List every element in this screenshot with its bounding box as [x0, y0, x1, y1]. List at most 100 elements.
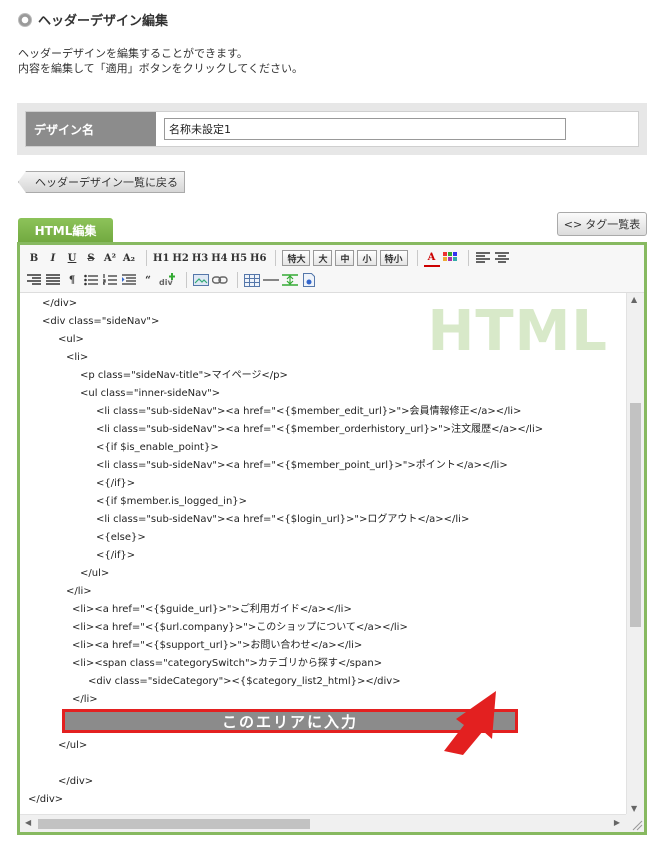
resize-grip-icon[interactable] [626, 814, 644, 832]
page-heading: ヘッダーデザイン編集 [18, 10, 168, 29]
bullet-list-icon[interactable] [83, 271, 99, 289]
horizontal-scrollbar[interactable]: ◀ ▶ [20, 814, 626, 832]
radio-icon [18, 12, 32, 27]
tag-list-label: タグ一覧表 [585, 218, 641, 231]
tag-list-button[interactable]: <> タグ一覧表 [557, 212, 647, 236]
code-line: <{if $member.is_logged_in}> [96, 496, 248, 507]
justify-icon[interactable] [45, 271, 61, 289]
h2-button[interactable]: H2 [172, 249, 188, 267]
toolbar-separator [275, 250, 277, 266]
code-line: </div> [58, 776, 94, 787]
editor-toolbar: B I U S A² A₂ H1 H2 H3 H4 H5 H6 特大 大 中 小… [20, 245, 644, 293]
file-icon[interactable] [301, 271, 317, 289]
code-line: <{/if}> [96, 550, 136, 561]
code-textarea[interactable]: HTML </div> <div class="sideNav"> <ul> <li>… [20, 293, 626, 813]
code-line: <li class="sub-sideNav"><a href="<{$logi… [96, 514, 470, 525]
align-left-icon[interactable] [475, 249, 491, 267]
back-to-list-button[interactable]: ヘッダーデザイン一覧に戻る [18, 171, 185, 193]
scroll-right-icon[interactable]: ▶ [614, 818, 620, 827]
code-line: </div> [28, 794, 64, 805]
size-xs-button[interactable]: 特小 [379, 250, 408, 266]
tab-html-edit[interactable]: HTML編集 [18, 218, 113, 243]
toolbar-separator [467, 250, 469, 266]
code-line: <div class="sideNav"> [42, 316, 160, 327]
table-icon[interactable] [244, 271, 260, 289]
horizontal-scroll-thumb[interactable] [38, 819, 310, 829]
vertical-scroll-thumb[interactable] [630, 403, 641, 627]
toolbar-separator [416, 250, 418, 266]
description-line-2: 内容を編集して「適用」ボタンをクリックしてください。 [18, 62, 304, 75]
code-line: </ul> [58, 740, 88, 751]
design-name-input[interactable] [164, 118, 566, 140]
code-line: <ul class="inner-sideNav"> [80, 388, 221, 399]
italic-button[interactable]: I [45, 249, 61, 267]
numbered-list-icon[interactable] [102, 271, 118, 289]
quote-icon[interactable]: “ [140, 271, 156, 289]
code-line: <{if $is_enable_point}> [96, 442, 219, 453]
indent-icon[interactable] [121, 271, 137, 289]
strike-button[interactable]: S [83, 249, 99, 267]
code-line: <li><a href="<{$guide_url}>">ご利用ガイド</a><… [72, 604, 352, 615]
code-line: <li><a href="<{$support_url}>">お問い合わせ</a… [72, 640, 363, 651]
code-line: <ul> [58, 334, 84, 345]
scroll-up-icon[interactable]: ▲ [631, 295, 637, 304]
size-xl-button[interactable]: 特大 [282, 250, 311, 266]
code-line: <{else}> [96, 532, 146, 543]
code-icon: <> [563, 217, 583, 231]
paragraph-icon[interactable]: ¶ [64, 271, 80, 289]
code-line: </li> [66, 586, 92, 597]
subscript-button[interactable]: A₂ [121, 249, 137, 267]
code-line: <{/if}> [96, 478, 136, 489]
h5-button[interactable]: H5 [231, 249, 247, 267]
h1-button[interactable]: H1 [153, 249, 169, 267]
scroll-down-icon[interactable]: ▼ [631, 804, 637, 813]
h6-button[interactable]: H6 [250, 249, 266, 267]
input-area-label: このエリアに入力 [221, 712, 358, 731]
input-wrap [156, 112, 638, 146]
h4-button[interactable]: H4 [211, 249, 227, 267]
code-line: <li class="sub-sideNav"><a href="<{$memb… [96, 406, 522, 417]
div-insert-icon[interactable]: div [159, 271, 177, 289]
toolbar-row-2: ¶ “ div [26, 269, 320, 291]
bg-color-icon[interactable] [442, 249, 459, 267]
html-watermark: HTML [427, 299, 608, 364]
size-l-button[interactable]: 大 [313, 250, 333, 266]
code-line: </ul> [80, 568, 110, 579]
align-right-icon[interactable] [26, 271, 42, 289]
code-line: <li> [66, 352, 89, 363]
horizontal-rule-icon[interactable] [263, 271, 279, 289]
link-icon[interactable] [212, 271, 228, 289]
toolbar-separator [146, 250, 147, 266]
code-line: <li class="sub-sideNav"><a href="<{$memb… [96, 460, 508, 471]
code-line: <p class="sideNav-title">マイページ</p> [80, 370, 288, 381]
size-m-button[interactable]: 中 [335, 250, 355, 266]
scroll-left-icon[interactable]: ◀ [25, 818, 31, 827]
underline-button[interactable]: U [64, 249, 80, 267]
red-arrow-icon [444, 691, 496, 755]
bold-button[interactable]: B [26, 249, 42, 267]
vertical-scrollbar[interactable]: ▲ ▼ [626, 293, 644, 815]
code-line: </div> [42, 298, 78, 309]
html-editor: B I U S A² A₂ H1 H2 H3 H4 H5 H6 特大 大 中 小… [17, 242, 647, 835]
form-row: デザイン名 [25, 111, 639, 147]
image-icon[interactable] [193, 271, 209, 289]
align-center-icon[interactable] [494, 249, 510, 267]
code-line: <li><span class="categorySwitch">カテゴリから探… [72, 658, 383, 669]
code-line: <li><a href="<{$url.company}>">このショップについ… [72, 622, 408, 633]
size-s-button[interactable]: 小 [357, 250, 377, 266]
spacer-icon[interactable] [282, 271, 298, 289]
code-line: <div class="sideCategory"><{$category_li… [88, 676, 401, 687]
superscript-button[interactable]: A² [102, 249, 118, 267]
toolbar-row-1: B I U S A² A₂ H1 H2 H3 H4 H5 H6 特大 大 中 小… [26, 247, 513, 269]
description-line-1: ヘッダーデザインを編集することができます。 [18, 47, 248, 60]
toolbar-separator [237, 272, 238, 288]
page-title: ヘッダーデザイン編集 [38, 14, 169, 29]
code-line: </li> [72, 694, 98, 705]
toolbar-separator [186, 272, 187, 288]
font-color-icon[interactable]: A [423, 249, 440, 267]
page-description: ヘッダーデザインを編集することができます。 内容を編集して「適用」ボタンをクリッ… [18, 46, 303, 76]
design-name-label: デザイン名 [26, 112, 156, 146]
code-line: <li class="sub-sideNav"><a href="<{$memb… [96, 424, 544, 435]
h3-button[interactable]: H3 [192, 249, 208, 267]
design-name-form: デザイン名 [17, 103, 647, 155]
